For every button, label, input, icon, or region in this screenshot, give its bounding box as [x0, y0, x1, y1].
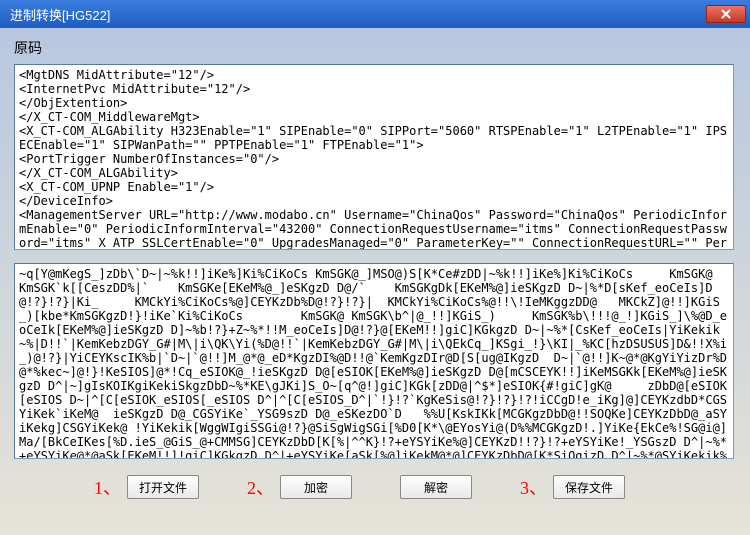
save-file-button[interactable]: 保存文件 [553, 475, 625, 499]
encoded-textarea[interactable] [14, 263, 734, 459]
button-row: 1、 打开文件 2、 加密 解密 3、 保存文件 [14, 474, 736, 500]
step-number-1: 1、 [94, 474, 121, 500]
open-file-button[interactable]: 打开文件 [127, 475, 199, 499]
title-bar: 进制转换[HG522] [0, 0, 750, 28]
source-label: 原码 [14, 38, 736, 58]
close-button[interactable] [706, 5, 746, 23]
step-number-3: 3、 [520, 474, 547, 500]
encrypt-button[interactable]: 加密 [280, 475, 352, 499]
content-area: 原码 1、 打开文件 2、 加密 解密 3、 保存文件 [0, 28, 750, 510]
step-number-2: 2、 [247, 474, 274, 500]
window-title: 进制转换[HG522] [10, 5, 110, 24]
source-textarea[interactable] [14, 64, 734, 250]
decrypt-button[interactable]: 解密 [400, 475, 472, 499]
window-controls [706, 5, 746, 23]
close-icon [721, 9, 731, 19]
